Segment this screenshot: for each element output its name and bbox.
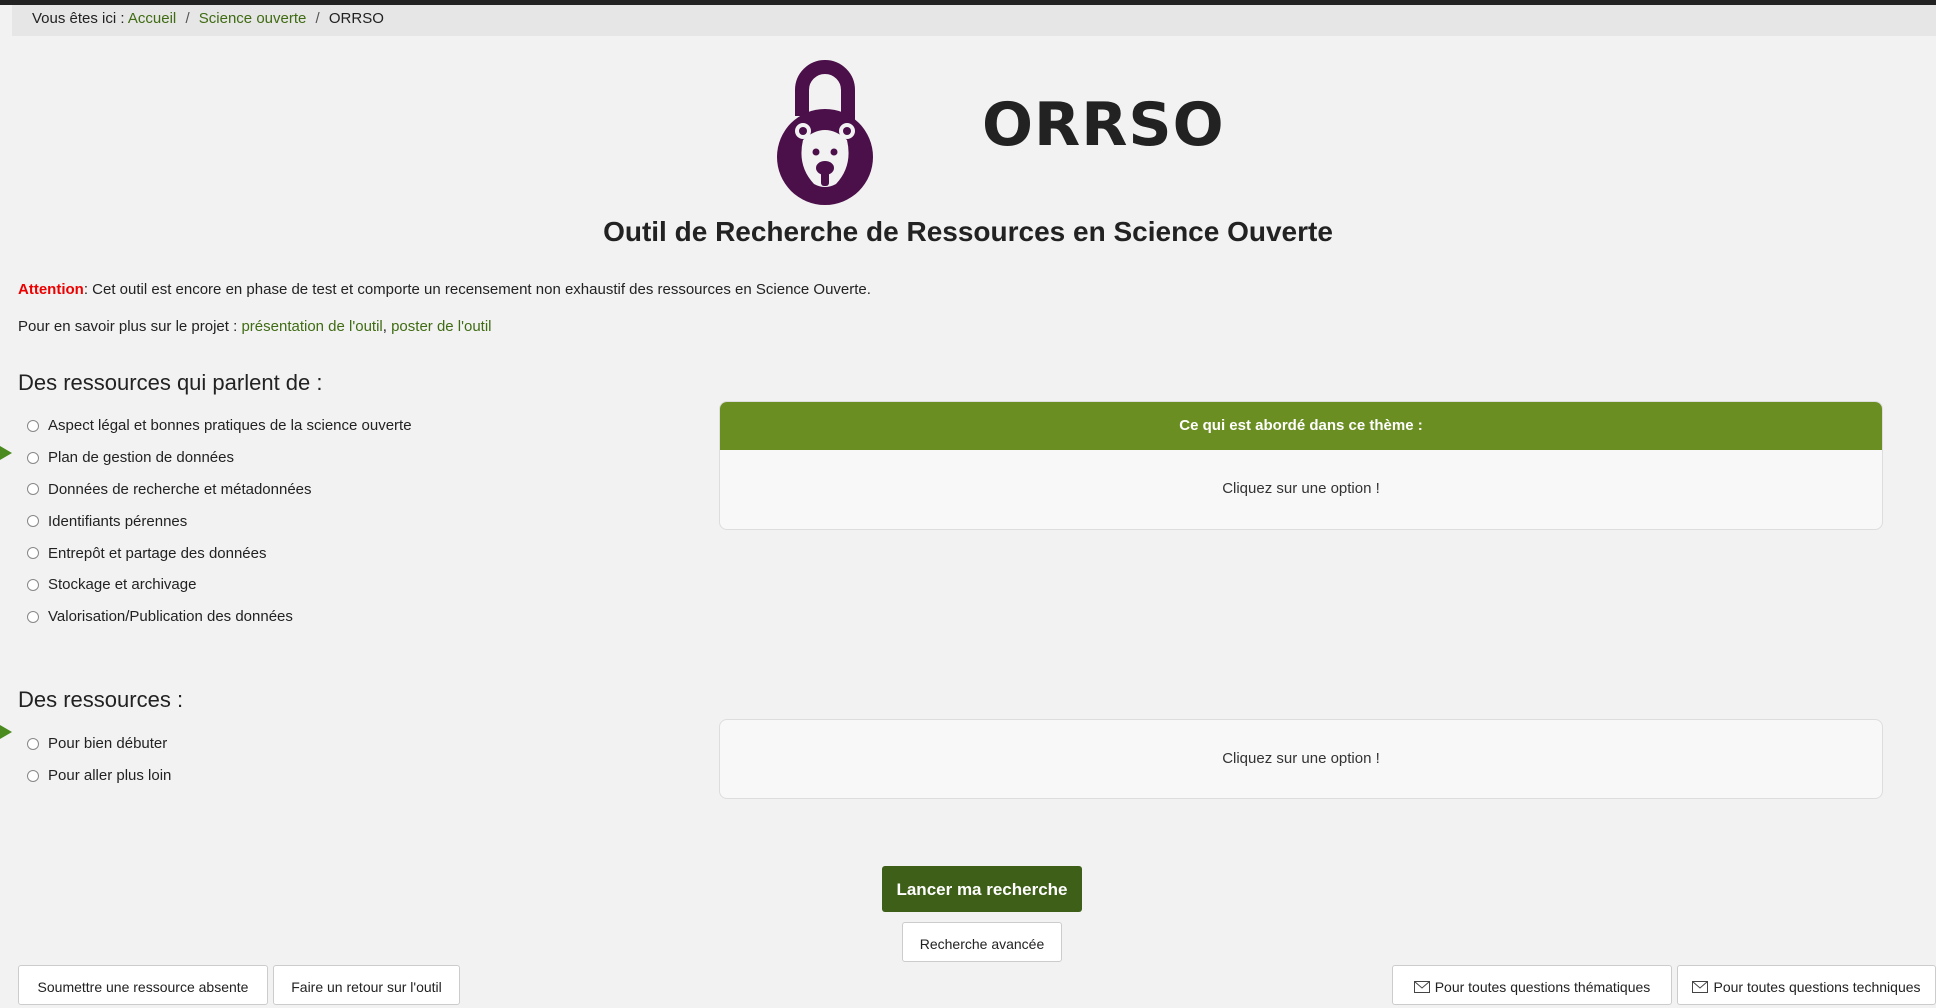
radio-button[interactable] bbox=[27, 769, 39, 782]
theme-description-panel: Ce qui est abordé dans ce thème : Clique… bbox=[719, 401, 1883, 530]
theme-option-label: Plan de gestion de données bbox=[48, 449, 234, 467]
theme-option-research-data[interactable]: Données de recherche et métadonnées bbox=[27, 474, 412, 506]
poster-link[interactable]: poster de l'outil bbox=[391, 318, 491, 335]
level-radio-group: Pour bien débuter Pour aller plus loin bbox=[27, 728, 171, 792]
theme-option-data-management-plan[interactable]: Plan de gestion de données bbox=[27, 442, 412, 474]
themes-section-title: Des ressources qui parlent de : bbox=[18, 370, 323, 395]
theme-option-repository-sharing[interactable]: Entrepôt et partage des données bbox=[27, 537, 412, 569]
theme-option-persistent-identifiers[interactable]: Identifiants pérennes bbox=[27, 505, 412, 537]
theme-option-label: Valorisation/Publication des données bbox=[48, 608, 293, 626]
pointer-arrow-icon bbox=[0, 725, 12, 739]
test-phase-notice: Attention: Cet outil est encore en phase… bbox=[18, 281, 871, 298]
breadcrumb-separator: / bbox=[185, 10, 190, 27]
radio-button[interactable] bbox=[27, 737, 39, 750]
level-option-advanced[interactable]: Pour aller plus loin bbox=[27, 760, 171, 792]
project-info-prefix: Pour en savoir plus sur le projet : bbox=[18, 318, 242, 335]
advanced-search-button[interactable]: Recherche avancée bbox=[902, 922, 1062, 962]
level-description-panel: Cliquez sur une option ! bbox=[719, 719, 1883, 799]
contact-technical-button[interactable]: Pour toutes questions techniques bbox=[1677, 965, 1936, 1005]
project-info: Pour en savoir plus sur le projet : prés… bbox=[18, 318, 492, 335]
envelope-icon bbox=[1413, 981, 1430, 994]
notice-label: Attention bbox=[18, 281, 84, 298]
radio-button[interactable] bbox=[27, 419, 39, 432]
radio-button[interactable] bbox=[27, 451, 39, 464]
theme-option-label: Données de recherche et métadonnées bbox=[48, 480, 312, 498]
levels-section-title: Des ressources : bbox=[18, 687, 184, 712]
link-separator: , bbox=[382, 318, 392, 335]
radio-button[interactable] bbox=[27, 610, 39, 623]
level-option-label: Pour bien débuter bbox=[48, 735, 168, 753]
breadcrumb-current: ORRSO bbox=[328, 10, 384, 27]
breadcrumb-science-ouverte-link[interactable]: Science ouverte bbox=[199, 10, 307, 27]
app-title: ORRSO bbox=[982, 90, 1225, 160]
launch-search-button[interactable]: Lancer ma recherche bbox=[882, 866, 1082, 912]
presentation-link[interactable]: présentation de l'outil bbox=[241, 318, 382, 335]
level-panel-text: Cliquez sur une option ! bbox=[1222, 750, 1380, 767]
contact-technical-label: Pour toutes questions techniques bbox=[1713, 979, 1921, 995]
theme-panel-text: Cliquez sur une option ! bbox=[1222, 480, 1380, 497]
theme-option-storage-archiving[interactable]: Stockage et archivage bbox=[27, 569, 412, 601]
level-option-label: Pour aller plus loin bbox=[48, 767, 172, 785]
open-padlock-bear-icon bbox=[777, 60, 873, 205]
theme-option-valorisation[interactable]: Valorisation/Publication des données bbox=[27, 601, 412, 633]
envelope-icon bbox=[1692, 981, 1709, 994]
contact-thematic-button[interactable]: Pour toutes questions thématiques bbox=[1392, 965, 1672, 1005]
radio-button[interactable] bbox=[27, 578, 39, 591]
radio-button[interactable] bbox=[27, 547, 39, 560]
pointer-arrow-icon bbox=[0, 446, 12, 460]
breadcrumb: Vous êtes ici : Accueil / Science ouvert… bbox=[12, 5, 1936, 36]
radio-button[interactable] bbox=[27, 515, 39, 528]
app-subtitle: Outil de Recherche de Ressources en Scie… bbox=[603, 216, 1333, 247]
theme-radio-group: Aspect légal et bonnes pratiques de la s… bbox=[27, 410, 412, 633]
theme-option-label: Identifiants pérennes bbox=[48, 512, 188, 530]
notice-text: : Cet outil est encore en phase de test … bbox=[83, 281, 871, 298]
breadcrumb-home-link[interactable]: Accueil bbox=[128, 10, 176, 27]
submit-resource-button[interactable]: Soumettre une ressource absente bbox=[18, 965, 268, 1005]
breadcrumb-separator: / bbox=[315, 10, 320, 27]
radio-button[interactable] bbox=[27, 483, 39, 496]
theme-option-label: Entrepôt et partage des données bbox=[48, 544, 267, 562]
level-option-beginner[interactable]: Pour bien débuter bbox=[27, 728, 171, 760]
theme-option-label: Stockage et archivage bbox=[48, 576, 197, 594]
breadcrumb-prefix: Vous êtes ici : bbox=[32, 10, 125, 27]
feedback-button[interactable]: Faire un retour sur l'outil bbox=[273, 965, 460, 1005]
theme-panel-header: Ce qui est abordé dans ce thème : bbox=[720, 402, 1882, 450]
contact-thematic-label: Pour toutes questions thématiques bbox=[1434, 979, 1651, 995]
theme-option-legal[interactable]: Aspect légal et bonnes pratiques de la s… bbox=[27, 410, 412, 442]
theme-option-label: Aspect légal et bonnes pratiques de la s… bbox=[48, 417, 412, 435]
